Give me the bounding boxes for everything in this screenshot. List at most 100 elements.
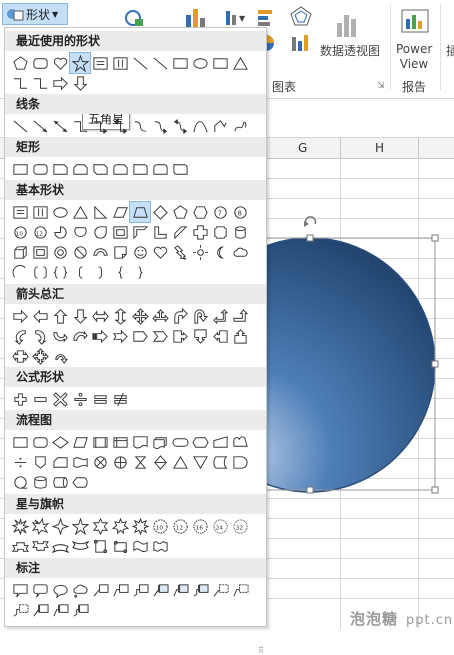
double-wave-shape[interactable] [150,536,170,556]
star-5-point-shape[interactable] [69,52,91,74]
plus-shape[interactable] [10,389,30,409]
star-10-point-shape[interactable]: 10 [150,516,170,536]
bent-up-arrow-shape[interactable] [230,306,250,326]
freeform-shape[interactable] [210,116,230,136]
flowchart-sequential-storage-shape[interactable] [10,472,30,492]
right-arrow-callout-shape[interactable] [170,326,190,346]
star-12-point-shape[interactable]: 12 [170,516,190,536]
elbow-connector-shape[interactable] [30,73,50,93]
curve-shape[interactable] [190,116,210,136]
scatter-chart-icon[interactable] [288,32,316,54]
up-down-arrow-shape[interactable] [110,306,130,326]
striped-right-arrow-shape[interactable] [90,326,110,346]
curved-double-arrow-shape[interactable] [170,116,190,136]
rectangle-shape[interactable] [170,53,190,73]
star-16-point-shape[interactable]: 16 [190,516,210,536]
down-arrow-callout-shape[interactable] [190,326,210,346]
rounded-rect-shape[interactable] [30,53,50,73]
flowchart-manual-operation-shape[interactable] [230,432,250,452]
right-arrow-shape[interactable] [10,306,30,326]
left-bracket-shape[interactable] [70,262,90,282]
vertical-scroll-shape[interactable] [90,536,110,556]
right-triangle-shape[interactable] [90,202,110,222]
notched-right-arrow-shape[interactable] [110,326,130,346]
left-arrow-callout-shape[interactable] [210,326,230,346]
smiley-face-shape[interactable] [130,242,150,262]
dodecagon-shape[interactable]: 12 [30,222,50,242]
scribble-shape[interactable] [230,116,250,136]
chevron-shape[interactable] [150,326,170,346]
rounded-rect-callout-shape[interactable] [30,580,50,600]
explosion-2-shape[interactable] [30,516,50,536]
diagonal-stripe-shape[interactable] [170,222,190,242]
star-5-point-shape[interactable] [70,516,90,536]
rotate-handle-icon[interactable] [304,216,317,227]
flowchart-sort-shape[interactable] [150,452,170,472]
circular-arrow-shape[interactable] [50,346,70,366]
snip-round-rect-shape[interactable] [110,159,130,179]
parallelogram-shape[interactable] [110,202,130,222]
star-7-point-shape[interactable] [110,516,130,536]
line-callout-3-shape[interactable] [130,580,150,600]
multiply-shape[interactable] [50,389,70,409]
flowchart-off-page-connector-shape[interactable] [30,452,50,472]
donut-shape[interactable] [50,242,70,262]
dialog-launcher-icon[interactable]: ⇲ [377,81,385,91]
down-arrow-shape[interactable] [70,306,90,326]
flowchart-merge-shape[interactable] [190,452,210,472]
flowchart-display-shape[interactable] [70,472,90,492]
star-8-point-shape[interactable] [130,516,150,536]
flowchart-card-shape[interactable] [50,452,70,472]
heptagon-shape[interactable]: 7 [210,202,230,222]
flowchart-document-shape[interactable] [130,432,150,452]
rect-callout-shape[interactable] [10,580,30,600]
wave-shape[interactable] [130,536,150,556]
up-arrow-callout-shape[interactable] [230,326,250,346]
right-bracket-shape[interactable] [90,262,110,282]
decagon-shape[interactable]: 10 [10,222,30,242]
u-turn-arrow-shape[interactable] [190,306,210,326]
flowchart-multidocument-shape[interactable] [150,432,170,452]
triangle-shape[interactable] [230,53,250,73]
down-arrow-shape[interactable] [70,73,90,93]
flowchart-manual-input-shape[interactable] [210,432,230,452]
pivot-chart-icon[interactable] [332,6,364,40]
left-right-arrow-shape[interactable] [90,306,110,326]
up-ribbon-shape[interactable] [10,536,30,556]
double-brace-shape[interactable] [50,262,70,282]
trapezoid-shape[interactable] [129,201,151,223]
elbow-connector-shape[interactable] [70,116,90,136]
curved-arrow-connector-shape[interactable] [150,116,170,136]
hierarchy-chart-icon[interactable] [254,6,282,28]
arc-shape[interactable] [10,262,30,282]
bent-arrow-shape[interactable] [170,306,190,326]
curved-connector-shape[interactable] [130,116,150,136]
right-brace-shape[interactable] [130,262,150,282]
resize-handle[interactable] [431,360,439,368]
divide-shape[interactable] [70,389,90,409]
curved-down-arrow-shape[interactable] [70,326,90,346]
frame-shape[interactable] [110,222,130,242]
heart-shape[interactable] [150,242,170,262]
resize-handle[interactable] [306,234,314,242]
curved-down-ribbon-shape[interactable] [70,536,90,556]
flowchart-predefined-process-shape[interactable] [90,432,110,452]
moon-shape[interactable] [210,242,230,262]
hexagon-shape[interactable] [190,202,210,222]
line-double-arrow-shape[interactable] [50,116,70,136]
octagon-shape[interactable]: 8 [230,202,250,222]
border-callout-2-shape[interactable] [230,580,250,600]
power-view-icon[interactable] [398,6,432,40]
flowchart-terminator-shape[interactable] [170,432,190,452]
round-single-corner-rect-shape[interactable] [130,159,150,179]
quad-arrow-callout-shape[interactable] [30,346,50,366]
folded-corner-shape[interactable] [110,242,130,262]
sun-shape[interactable] [190,242,210,262]
flowchart-internal-storage-shape[interactable] [110,432,130,452]
snip-diagonal-rect-shape[interactable] [90,159,110,179]
cloud-shape[interactable] [230,242,250,262]
horizontal-scroll-shape[interactable] [110,536,130,556]
can-shape[interactable] [230,222,250,242]
star-4-point-shape[interactable] [50,516,70,536]
oval-callout-shape[interactable] [50,580,70,600]
